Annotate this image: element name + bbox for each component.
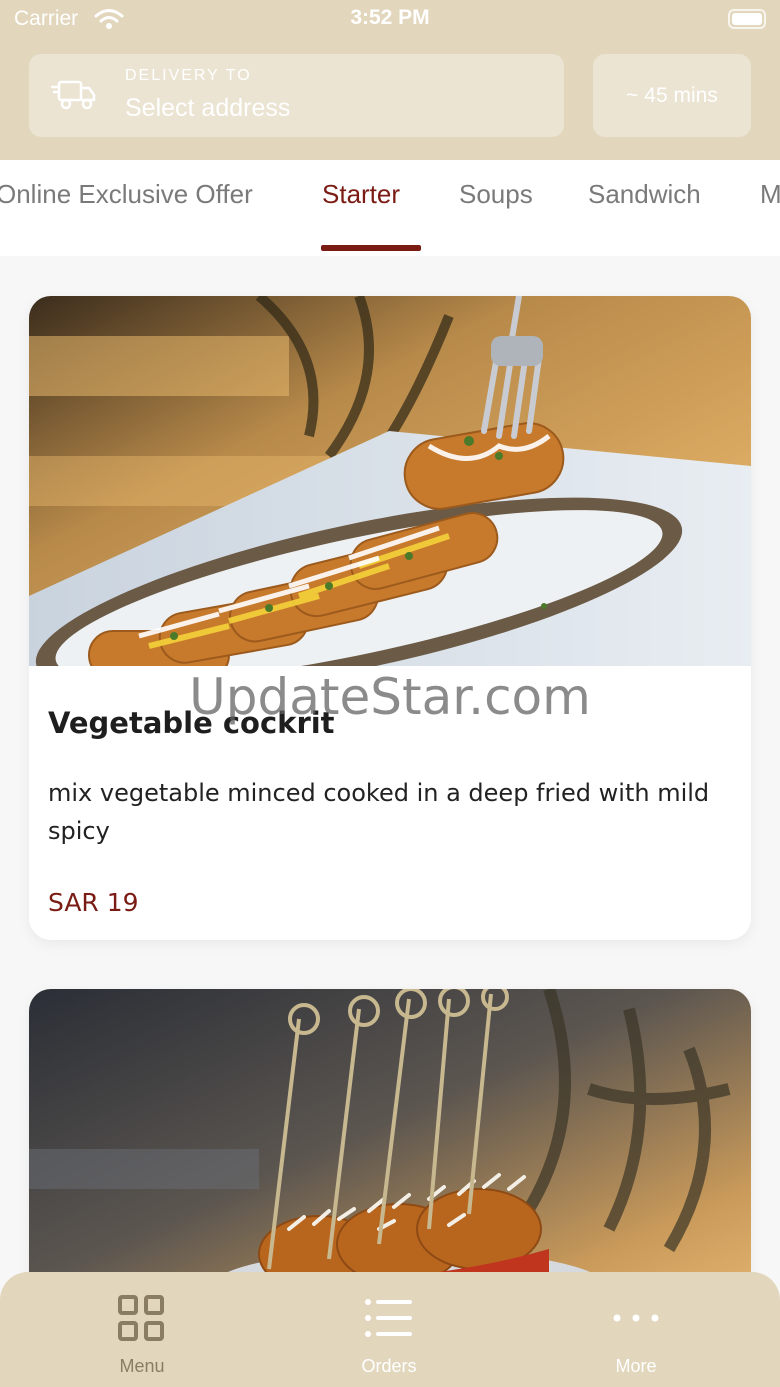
food-photo [29, 296, 751, 666]
status-time: 3:52 PM [350, 6, 430, 29]
bottom-navigation: Menu Orders More [0, 1272, 780, 1387]
nav-menu-label: Menu [119, 1356, 165, 1376]
active-tab-indicator [321, 245, 421, 251]
nav-more-label: More [615, 1356, 657, 1376]
grid-icon [117, 1294, 167, 1348]
food-photo [29, 989, 751, 1319]
tab-soups[interactable]: Soups [459, 179, 533, 210]
tab-sandwich[interactable]: Sandwich [588, 179, 701, 210]
menu-item-card[interactable] [29, 989, 751, 1319]
delivery-address-value: Select address [125, 94, 291, 122]
tab-starter[interactable]: Starter [322, 179, 400, 210]
item-price: SAR 19 [48, 888, 139, 917]
dots-icon [611, 1294, 661, 1348]
delivery-time-badge[interactable]: ~ 45 mins [593, 54, 751, 137]
list-icon [364, 1294, 414, 1348]
nav-orders-label: Orders [361, 1356, 417, 1376]
nav-orders[interactable]: Orders [309, 1272, 469, 1387]
status-bar: Carrier 3:52 PM [0, 0, 780, 42]
category-tabs: Online Exclusive Offer Starter Soups San… [0, 160, 780, 256]
delivery-address-selector[interactable]: DELIVERY TO Select address [29, 54, 564, 137]
delivery-truck-icon [50, 78, 97, 116]
tab-online-exclusive-offer[interactable]: Online Exclusive Offer [0, 179, 253, 210]
watermark-text: UpdateStar.com [189, 668, 591, 726]
item-description: mix vegetable minced cooked in a deep fr… [48, 779, 710, 845]
tab-more-categories[interactable]: M [760, 179, 780, 210]
nav-more[interactable]: More [556, 1272, 716, 1387]
header: Carrier 3:52 PM DELIVERY TO Select addre… [0, 0, 780, 160]
delivery-label: DELIVERY TO [125, 67, 252, 84]
menu-item-card[interactable]: Vegetable cockrit mix vegetable minced c… [29, 296, 751, 940]
nav-menu[interactable]: Menu [62, 1272, 222, 1387]
battery-icon [728, 9, 766, 29]
